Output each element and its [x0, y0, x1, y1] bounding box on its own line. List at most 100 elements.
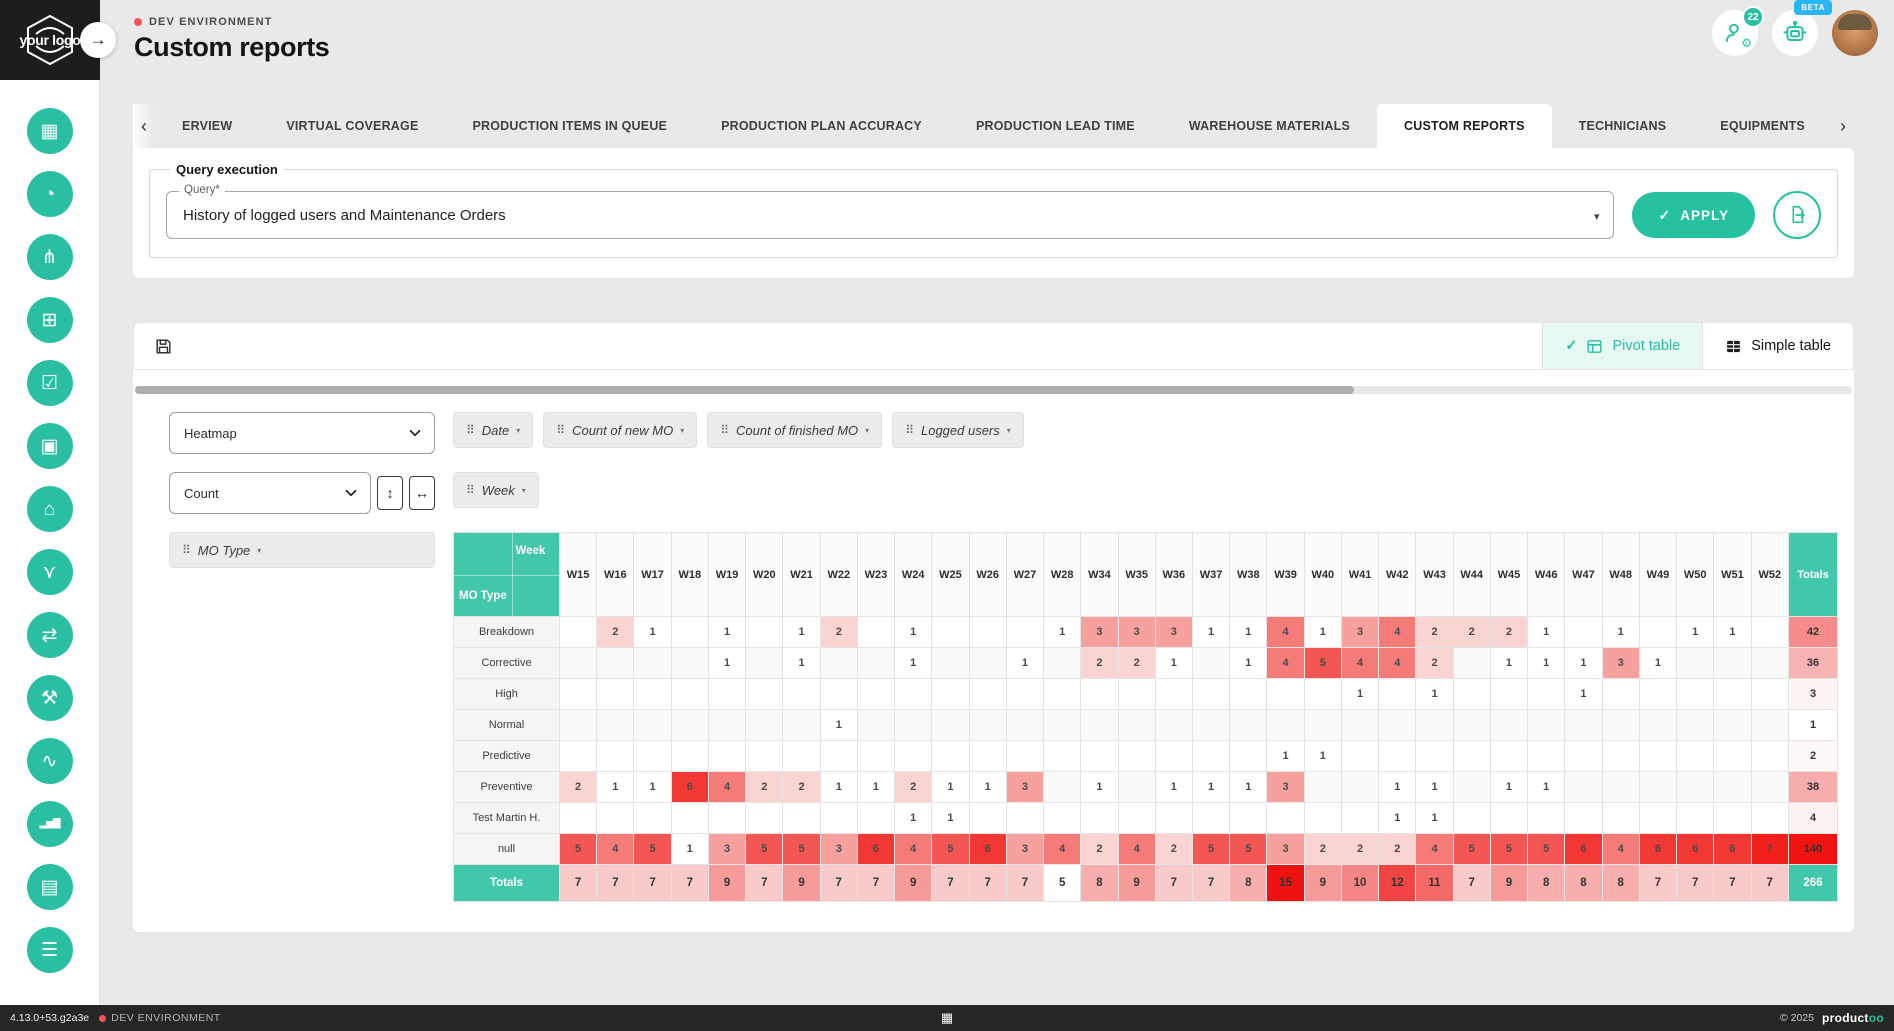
field-chip-count-of-new-mo[interactable]: ⠿Count of new MO▾ — [543, 412, 697, 448]
save-button[interactable] — [134, 323, 192, 369]
sidebar-split-icon[interactable]: ⋎ — [27, 549, 73, 595]
user-avatar[interactable] — [1832, 10, 1878, 56]
heatmap-cell — [932, 741, 969, 772]
chart-type-value: Heatmap — [184, 426, 237, 441]
sidebar-analytics-bar-icon[interactable]: ▂▅▇ — [27, 801, 73, 847]
column-total-cell: 7 — [857, 865, 894, 902]
heatmap-cell — [1118, 741, 1155, 772]
heatmap-cell: 6 — [1677, 834, 1714, 865]
heatmap-cell — [1155, 679, 1192, 710]
column-total-cell: 5 — [1044, 865, 1081, 902]
heatmap-cell — [1639, 710, 1676, 741]
caret-down-icon: ▾ — [522, 486, 526, 495]
sidebar-package-icon[interactable]: ▣ — [27, 423, 73, 469]
check-icon: ✓ — [1565, 338, 1577, 354]
swap-columns-button[interactable]: ↔ — [409, 476, 435, 510]
sidebar-folder-icon[interactable]: ▤ — [27, 864, 73, 910]
sidebar-expand-button[interactable]: → — [80, 22, 116, 58]
column-field-chip[interactable]: ⠿ Week ▾ — [453, 472, 539, 508]
row-field-chip[interactable]: ⠿ MO Type ▾ — [169, 532, 435, 568]
heatmap-cell: 1 — [1416, 772, 1453, 803]
query-select[interactable]: Query* History of logged users and Maint… — [166, 191, 1614, 239]
tab-virtual-coverage[interactable]: VIRTUAL COVERAGE — [259, 104, 445, 148]
heatmap-cell — [1416, 710, 1453, 741]
heatmap-cell — [857, 617, 894, 648]
heatmap-cell — [1639, 679, 1676, 710]
column-total-cell: 7 — [671, 865, 708, 902]
simple-table-toggle[interactable]: Simple table — [1702, 323, 1853, 369]
totals-row-label: Totals — [454, 865, 560, 902]
sidebar-documents-icon[interactable]: ☰ — [27, 927, 73, 973]
row-total-cell: 36 — [1789, 648, 1838, 679]
sidebar-machines-icon[interactable]: ⊞ — [27, 297, 73, 343]
heatmap-cell — [671, 741, 708, 772]
tabs-scroll-left-button[interactable]: ‹ — [133, 104, 155, 148]
sidebar-logistics-icon[interactable]: ⇄ — [27, 612, 73, 658]
tab-overview[interactable]: ERVIEW — [155, 104, 259, 148]
sidebar-warehouse-icon[interactable]: ⌂ — [27, 486, 73, 532]
swap-rows-button[interactable]: ↕ — [377, 476, 403, 510]
sidebar-gauge-icon[interactable]: ◔ — [27, 171, 73, 217]
heatmap-cell: 5 — [1453, 834, 1490, 865]
heatmap-cell: 1 — [820, 772, 857, 803]
pivot-table-toggle[interactable]: ✓ Pivot table — [1542, 323, 1702, 369]
heatmap-cell: 2 — [1453, 617, 1490, 648]
heatmap-cell: 5 — [1192, 834, 1229, 865]
tab-production-plan-accuracy[interactable]: PRODUCTION PLAN ACCURACY — [694, 104, 949, 148]
heatmap-cell: 1 — [1192, 772, 1229, 803]
tab-warehouse-materials[interactable]: WAREHOUSE MATERIALS — [1162, 104, 1377, 148]
heatmap-cell — [1602, 772, 1639, 803]
heatmap-cell: 1 — [1230, 772, 1267, 803]
heatmap-cell: 1 — [708, 648, 745, 679]
field-chip-logged-users[interactable]: ⠿Logged users▾ — [892, 412, 1024, 448]
field-chip-date[interactable]: ⠿Date▾ — [453, 412, 533, 448]
statusbar-env-label: DEV ENVIRONMENT — [111, 1012, 221, 1024]
tab-technicians[interactable]: TECHNICIANS — [1552, 104, 1694, 148]
heatmap-cell: 3 — [1341, 617, 1378, 648]
user-management-button[interactable]: ⚙ 22 — [1712, 10, 1758, 56]
heatmap-cell: 1 — [1528, 772, 1565, 803]
heatmap-cell: 3 — [708, 834, 745, 865]
drag-handle-icon: ⠿ — [466, 483, 475, 497]
chart-type-select[interactable]: Heatmap — [169, 412, 435, 454]
field-chip-count-of-finished-mo[interactable]: ⠿Count of finished MO▾ — [707, 412, 882, 448]
chevron-down-icon — [342, 484, 360, 502]
sidebar-tools-icon[interactable]: ⚒ — [27, 675, 73, 721]
app-launcher-icon[interactable]: ▦ — [941, 1010, 953, 1026]
pivot-row-breakdown: Breakdown2111211333114134222111142 — [454, 617, 1838, 648]
apply-button[interactable]: ✓ APPLY — [1632, 192, 1755, 238]
heatmap-cell: 1 — [1528, 648, 1565, 679]
export-button[interactable] — [1773, 191, 1821, 239]
heatmap-cell — [1267, 679, 1304, 710]
aggregation-select[interactable]: Count — [169, 472, 371, 514]
column-total-cell: 7 — [634, 865, 671, 902]
tab-production-lead-time[interactable]: PRODUCTION LEAD TIME — [949, 104, 1162, 148]
tab-production-items-in-queue[interactable]: PRODUCTION ITEMS IN QUEUE — [445, 104, 694, 148]
heatmap-cell — [708, 741, 745, 772]
week-column-header: W47 — [1565, 533, 1602, 617]
heatmap-cell — [1453, 741, 1490, 772]
heatmap-cell: 1 — [932, 772, 969, 803]
column-total-cell: 7 — [1006, 865, 1043, 902]
tabs-scroll-right-button[interactable]: › — [1832, 104, 1854, 148]
tab-custom-reports[interactable]: CUSTOM REPORTS — [1377, 104, 1552, 148]
swap-horizontal-icon: ↔ — [415, 485, 429, 501]
heatmap-cell — [1453, 772, 1490, 803]
sidebar-workflow-icon[interactable]: ⋔ — [27, 234, 73, 280]
heatmap-cell — [932, 648, 969, 679]
caret-down-icon: ▾ — [1007, 426, 1011, 435]
heatmap-cell: 1 — [597, 772, 634, 803]
row-label: Preventive — [454, 772, 560, 803]
heatmap-cell: 4 — [1118, 834, 1155, 865]
sidebar-analytics-line-icon[interactable]: ∿ — [27, 738, 73, 784]
horizontal-scrollbar-thumb[interactable] — [135, 386, 1354, 394]
sidebar-dashboard-icon[interactable]: ▦ — [27, 108, 73, 154]
chevron-down-icon — [406, 424, 424, 442]
row-total-cell: 140 — [1789, 834, 1838, 865]
tab-equipments[interactable]: EQUIPMENTS — [1693, 104, 1832, 148]
sidebar-checklist-icon[interactable]: ☑ — [27, 360, 73, 406]
assistant-button[interactable]: BETA — [1772, 10, 1818, 56]
column-total-cell: 11 — [1416, 865, 1453, 902]
heatmap-cell — [1751, 648, 1789, 679]
heatmap-cell — [1602, 710, 1639, 741]
